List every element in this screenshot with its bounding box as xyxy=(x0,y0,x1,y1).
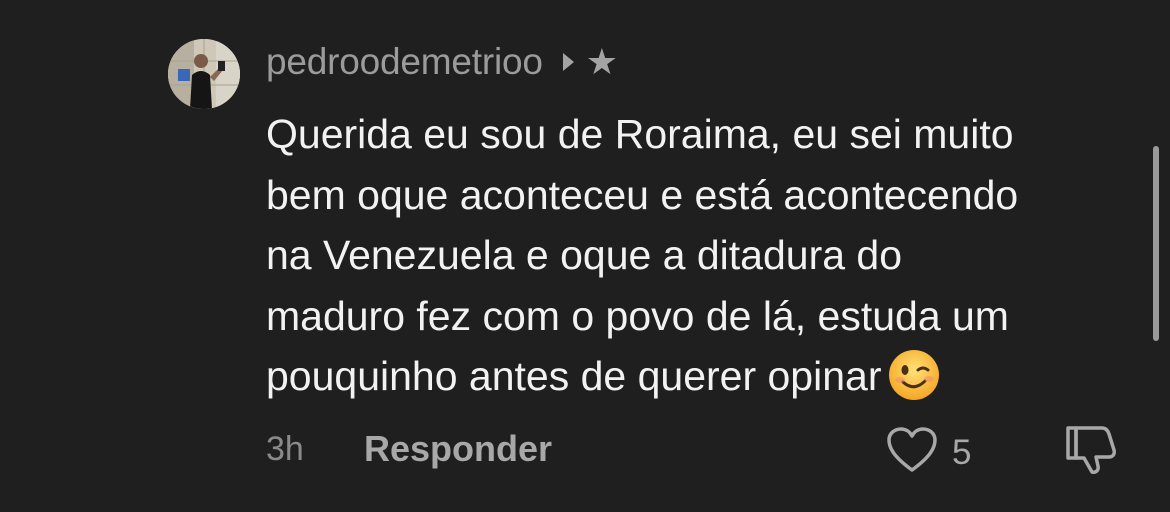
star-icon: ★ xyxy=(585,41,619,82)
comment-item: pedroodemetrioo ★ Querida eu sou de Rora… xyxy=(0,0,1170,512)
comment-line: maduro fez com o povo de lá, estuda um xyxy=(266,292,1009,339)
comment-line: pouquinho antes de querer opinar xyxy=(266,353,882,399)
winking-face-emoji xyxy=(887,348,941,402)
comment-text: Querida eu sou de Roraima, eu sei muito … xyxy=(266,104,1156,407)
caret-right-icon xyxy=(562,53,574,71)
reply-button[interactable]: Responder xyxy=(364,428,552,470)
like-count: 5 xyxy=(952,432,972,472)
scrollbar[interactable] xyxy=(1153,146,1159,341)
comment-header: pedroodemetrioo ★ xyxy=(266,38,618,86)
user-badges: ★ xyxy=(562,41,619,82)
comment-line: Querida eu sou de Roraima, eu sei muito xyxy=(266,111,1014,157)
username[interactable]: pedroodemetrioo xyxy=(266,41,543,83)
dislike-button[interactable] xyxy=(1064,424,1118,481)
heart-icon xyxy=(886,426,938,479)
timestamp: 3h xyxy=(266,430,304,468)
thumbs-down-icon xyxy=(1064,426,1118,480)
avatar[interactable] xyxy=(168,39,240,109)
comment-line: na Venezuela e oque a ditadura do xyxy=(266,232,903,278)
like-button[interactable]: 5 xyxy=(886,426,971,479)
comment-line: bem oque aconteceu e está acontecendo xyxy=(266,171,1019,218)
comment-footer: 3h Responder 5 xyxy=(266,422,1126,478)
